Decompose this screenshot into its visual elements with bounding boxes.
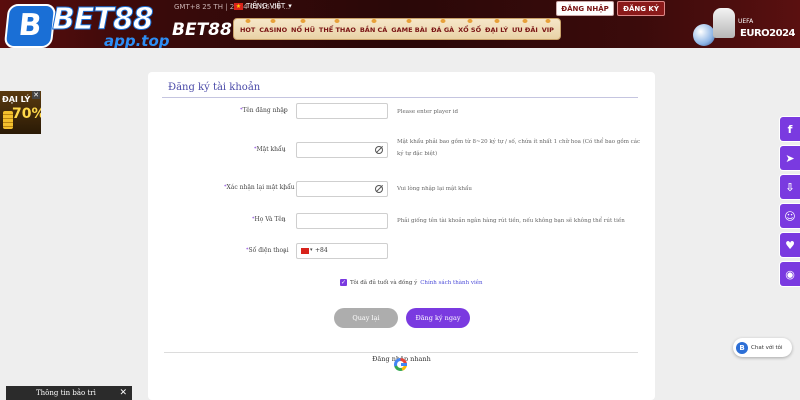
fullname-hint: Phải giống tên tài khoản ngân hàng rút t… (397, 218, 625, 224)
nav-item-lottery[interactable]: XỔ SỐ (458, 24, 481, 34)
policy-link[interactable]: Chính sách thành viên (420, 280, 482, 286)
field-colon: : (283, 216, 286, 224)
close-icon[interactable]: ✕ (119, 388, 127, 398)
confirm-password-hint: Vui lòng nhập lại mật khẩu (397, 186, 472, 192)
logo-b-icon[interactable]: B (3, 4, 57, 48)
logo-domain: app.top (104, 32, 170, 48)
promo-percent: 70% (12, 106, 41, 122)
logo-text-secondary: BET88 (172, 20, 232, 40)
login-button[interactable]: ĐĂNG NHẬP (556, 1, 614, 16)
google-icon-bar (401, 363, 407, 366)
trophy-icon (713, 8, 735, 38)
confirm-password-input[interactable] (296, 181, 388, 197)
agree-terms[interactable]: ✓ Tôi đã đủ tuổi và đồng ý Chính sách th… (340, 279, 483, 286)
vietnam-flag-icon[interactable] (301, 248, 309, 254)
nav-item-fishing[interactable]: BẮN CÁ (360, 24, 388, 34)
nav-item-slots[interactable]: NỔ HŨ (291, 24, 315, 34)
chat-label: Chat với tôi (751, 344, 783, 351)
register-button[interactable]: ĐĂNG KÝ (617, 1, 665, 16)
nav-item-hot[interactable]: HOT (240, 24, 255, 34)
username-label: *Tên đăng nhập (240, 107, 288, 114)
promo-title: ĐẠI LÝ (2, 95, 31, 104)
back-button[interactable]: Quay lại (334, 308, 398, 328)
euro2024-badge[interactable]: EURO2024 (740, 28, 795, 39)
page-title: Đăng ký tài khoản (168, 82, 261, 93)
facebook-icon[interactable]: f (779, 116, 800, 142)
password-hint: Mật khẩu phải bao gồm từ 8~20 ký tự / số… (397, 139, 641, 157)
registration-card: Đăng ký tài khoản *Tên đăng nhập : Pleas… (148, 72, 655, 400)
gift-icon[interactable]: ♥ (779, 232, 800, 258)
site-header: B BET88 app.top BET88 GMT+8 25 TH | 2024… (0, 0, 800, 48)
maintenance-bar[interactable]: Thông tin bảo trì ✕ (6, 386, 132, 400)
chat-icon: B (736, 341, 748, 354)
download-icon[interactable]: ⇩ (779, 174, 800, 200)
close-icon[interactable]: ✕ (32, 91, 40, 99)
agent-promo-banner[interactable]: ✕ ĐẠI LÝ 70% (0, 91, 41, 134)
field-colon: : (283, 184, 286, 192)
field-colon: : (283, 107, 286, 115)
telegram-icon[interactable]: ➤ (779, 145, 800, 171)
title-divider (162, 97, 638, 98)
username-input[interactable] (296, 103, 388, 119)
nav-item-casino[interactable]: CASINO (259, 24, 287, 34)
fullname-input[interactable] (296, 213, 388, 229)
main-nav: HOT CASINO NỔ HŨ THỂ THAO BẮN CÁ GAME BÀ… (233, 18, 561, 40)
nav-item-cockfight[interactable]: ĐÁ GÀ (431, 24, 454, 34)
language-selector[interactable]: ★ TIẾNG VIỆT ▾ (234, 2, 292, 10)
nav-item-agent[interactable]: ĐẠI LÝ (485, 24, 508, 34)
register-now-button[interactable]: Đăng ký ngay (406, 308, 470, 328)
nav-item-promotions[interactable]: ƯU ĐÃI (512, 24, 538, 34)
uefa-label: UEFA (738, 18, 754, 25)
field-colon: : (283, 146, 286, 154)
chevron-down-icon: ▾ (288, 2, 292, 10)
field-colon: : (283, 247, 286, 255)
nav-item-card-games[interactable]: GAME BÀI (391, 24, 427, 34)
username-hint: Please enter player id (397, 109, 459, 115)
phone-input[interactable]: ▾ +84 (296, 243, 388, 259)
chat-widget[interactable]: B Chat với tôi (733, 338, 792, 357)
agree-checkbox[interactable]: ✓ (340, 279, 347, 286)
phone-country-code: +84 (315, 247, 328, 254)
eye-off-icon[interactable] (375, 185, 383, 193)
eye-off-icon[interactable] (375, 146, 383, 154)
maintenance-label: Thông tin bảo trì (36, 389, 96, 397)
nav-item-vip[interactable]: VIP (542, 24, 554, 34)
nav-item-sports[interactable]: THỂ THAO (319, 24, 356, 34)
agent-icon[interactable]: ☺ (779, 203, 800, 229)
language-label: TIẾNG VIỆT (246, 2, 286, 10)
agree-text: Tôi đã đủ tuổi và đồng ý (350, 279, 418, 286)
password-input[interactable] (296, 142, 388, 158)
vietnam-flag-icon: ★ (234, 2, 243, 10)
fullname-label: *Họ Và Tên (252, 216, 286, 223)
chevron-down-icon[interactable]: ▾ (310, 247, 313, 253)
password-label: *Mật khẩu (254, 146, 286, 153)
support-icon[interactable]: ◉ (779, 261, 800, 287)
football-icon (693, 24, 715, 46)
